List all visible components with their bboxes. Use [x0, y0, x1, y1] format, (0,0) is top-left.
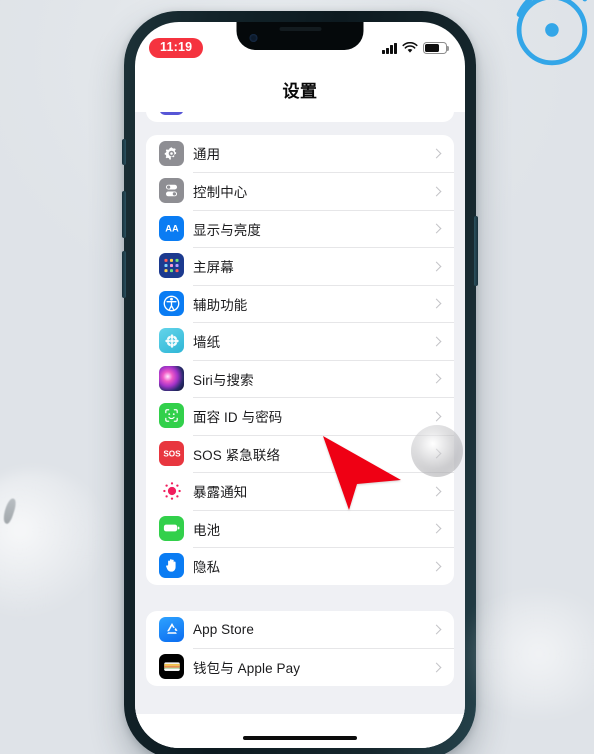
notch: [236, 22, 364, 50]
chevron-right-icon: [431, 561, 442, 572]
home-screen-icon: [159, 253, 184, 279]
sidebar-item-exposure-notifications[interactable]: 暴露通知: [146, 472, 454, 510]
siri-icon: [159, 365, 184, 391]
screen-time-icon: [159, 112, 184, 116]
phone-screen: 11:19 设置 通用 控制中心 AA 显示与亮度 主屏幕 辅助功能 墙纸 Si…: [135, 22, 465, 748]
chevron-right-icon: [431, 523, 442, 534]
svg-text:SOS: SOS: [163, 449, 181, 458]
list-item-label: 钱包与 Apple Pay: [193, 661, 301, 677]
volume-down-button[interactable]: [122, 251, 126, 298]
wallpaper-icon: [159, 328, 184, 354]
sidebar-item-privacy[interactable]: 隐私: [146, 547, 454, 585]
sidebar-item-siri-search[interactable]: Siri与搜索: [146, 359, 454, 398]
home-indicator-bar[interactable]: [243, 735, 357, 740]
list-item-label: 通用: [193, 147, 221, 163]
list-item-label: 墙纸: [193, 335, 221, 351]
sidebar-item-app-store[interactable]: App Store: [146, 611, 454, 649]
sidebar-item-accessibility[interactable]: 辅助功能: [146, 284, 454, 323]
svg-text:AA: AA: [165, 224, 179, 234]
sidebar-item-control-center[interactable]: 控制中心: [146, 172, 454, 210]
list-item[interactable]: [146, 112, 454, 122]
status-icons: [382, 42, 449, 54]
power-button[interactable]: [474, 216, 478, 286]
scene-background: 11:19 设置 通用 控制中心 AA 显示与亮度 主屏幕 辅助功能 墙纸 Si…: [0, 0, 594, 754]
recording-time-pill: 11:19: [149, 38, 204, 58]
sidebar-item-display-brightness[interactable]: AA 显示与亮度: [146, 209, 454, 248]
battery-settings-icon: [159, 515, 184, 541]
page-title: 设置: [282, 81, 318, 101]
sos-icon: SOS: [159, 440, 184, 466]
chevron-right-icon: [431, 336, 442, 347]
list-item-label: 辅助功能: [193, 297, 248, 313]
accessibility-icon: [159, 290, 184, 316]
settings-group-stores: App Store 钱包与 Apple Pay: [146, 610, 454, 686]
list-item-label: Siri与搜索: [193, 372, 254, 388]
settings-group-system: 通用 控制中心 AA 显示与亮度 主屏幕 辅助功能 墙纸 Siri与搜索 面容 …: [146, 134, 454, 585]
list-item-label: 暴露通知: [193, 485, 248, 501]
exposure-notification-icon: [159, 478, 184, 504]
sidebar-item-battery[interactable]: 电池: [146, 509, 454, 548]
list-item-label: 电池: [193, 522, 221, 538]
sidebar-item-home-screen[interactable]: 主屏幕: [146, 247, 454, 285]
list-item-label: 控制中心: [193, 185, 248, 201]
app-store-icon: [159, 616, 184, 642]
face-id-icon: [159, 403, 184, 429]
wifi-icon: [402, 42, 418, 53]
front-camera-icon: [249, 34, 258, 42]
chevron-right-icon: [431, 186, 442, 197]
list-item-label: 面容 ID 与密码: [193, 410, 283, 426]
battery-icon: [423, 42, 449, 54]
wallet-icon: [159, 654, 184, 680]
settings-scroll-view[interactable]: 通用 控制中心 AA 显示与亮度 主屏幕 辅助功能 墙纸 Siri与搜索 面容 …: [135, 112, 465, 748]
list-item-label: 主屏幕: [193, 260, 234, 276]
chevron-right-icon: [431, 223, 442, 234]
chevron-right-icon: [431, 148, 442, 159]
settings-group-clipped: [146, 112, 454, 122]
chevron-right-icon: [431, 624, 442, 635]
volume-up-button[interactable]: [122, 191, 126, 238]
sidebar-item-emergency-sos[interactable]: SOS SOS 紧急联络: [146, 434, 454, 473]
display-brightness-icon: AA: [159, 215, 184, 241]
chevron-right-icon: [431, 373, 442, 384]
sidebar-item-wallet-apple-pay[interactable]: 钱包与 Apple Pay: [146, 648, 454, 686]
sidebar-item-face-id-passcode[interactable]: 面容 ID 与密码: [146, 397, 454, 435]
sidebar-item-wallpaper[interactable]: 墙纸: [146, 322, 454, 360]
navigation-bar: 设置: [135, 66, 465, 112]
control-center-icon: [159, 178, 184, 204]
list-item-label: App Store: [193, 621, 254, 637]
chevron-right-icon: [431, 662, 442, 673]
chevron-right-icon: [431, 411, 442, 422]
list-item-label: 显示与亮度: [193, 222, 261, 238]
privacy-hand-icon: [159, 553, 184, 579]
bottom-safe-area: [135, 714, 465, 748]
chevron-right-icon: [431, 261, 442, 272]
chevron-right-icon: [431, 486, 442, 497]
iphone-device: 11:19 设置 通用 控制中心 AA 显示与亮度 主屏幕 辅助功能 墙纸 Si…: [122, 11, 478, 754]
list-item-label: SOS 紧急联络: [193, 447, 281, 463]
chevron-right-icon: [431, 298, 442, 309]
desk-speck: [1, 497, 18, 525]
gear-icon: [159, 140, 184, 166]
blue-circle-watermark-icon: [516, 0, 588, 66]
silent-switch[interactable]: [122, 139, 126, 165]
earpiece-speaker: [279, 27, 321, 31]
sidebar-item-general[interactable]: 通用: [146, 135, 454, 173]
signal-bars-icon: [382, 42, 397, 54]
chevron-right-icon: [431, 448, 442, 459]
list-item-label: 隐私: [193, 560, 221, 576]
